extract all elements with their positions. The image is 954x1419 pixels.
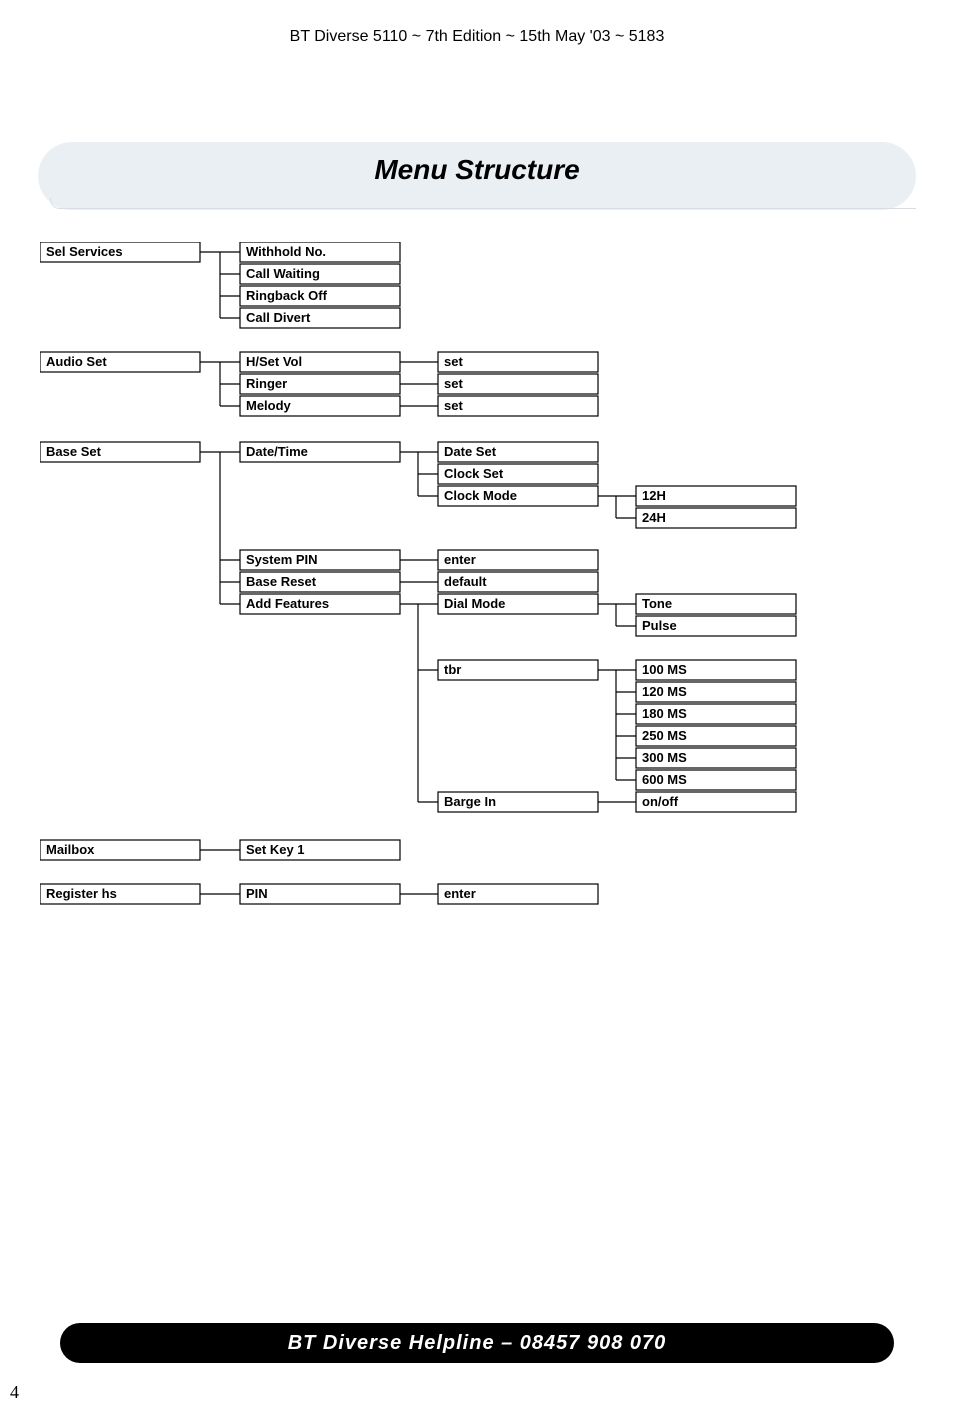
item-tbr: tbr: [444, 662, 461, 677]
action-enter-reg: enter: [444, 886, 476, 901]
item-barge-in: Barge In: [444, 794, 496, 809]
action-enter-pin: enter: [444, 552, 476, 567]
item-ringer: Ringer: [246, 376, 287, 391]
item-clock-mode: Clock Mode: [444, 488, 517, 503]
opt-24h: 24H: [642, 510, 666, 525]
page-header: BT Diverse 5110 ~ 7th Edition ~ 15th May…: [60, 0, 894, 46]
footer-helpline: BT Diverse Helpline – 08457 908 070: [60, 1323, 894, 1363]
item-dial-mode: Dial Mode: [444, 596, 505, 611]
opt-180ms: 180 MS: [642, 706, 687, 721]
menu-sel-services: Sel Services: [46, 244, 123, 259]
item-hset-vol: H/Set Vol: [246, 354, 302, 369]
title-underline: [50, 198, 916, 209]
action-default: default: [444, 574, 487, 589]
opt-tone: Tone: [642, 596, 672, 611]
opt-120ms: 120 MS: [642, 684, 687, 699]
menu-base-set: Base Set: [46, 444, 102, 459]
page-number: 4: [10, 1382, 19, 1403]
opt-onoff: on/off: [642, 794, 679, 809]
section-title: Menu Structure: [38, 142, 916, 198]
menu-audio-set: Audio Set: [46, 354, 107, 369]
opt-300ms: 300 MS: [642, 750, 687, 765]
opt-12h: 12H: [642, 488, 666, 503]
item-set-key-1: Set Key 1: [246, 842, 305, 857]
menu-register-hs: Register hs: [46, 886, 117, 901]
opt-pulse: Pulse: [642, 618, 677, 633]
item-pin: PIN: [246, 886, 268, 901]
action-set-2: set: [444, 376, 463, 391]
menu-mailbox: Mailbox: [46, 842, 95, 857]
action-set-1: set: [444, 354, 463, 369]
opt-100ms: 100 MS: [642, 662, 687, 677]
opt-600ms: 600 MS: [642, 772, 687, 787]
item-clock-set: Clock Set: [444, 466, 504, 481]
opt-250ms: 250 MS: [642, 728, 687, 743]
item-call-divert: Call Divert: [246, 310, 311, 325]
menu-tree-diagram: Sel Services Withhold No. Call Waiting R…: [40, 242, 840, 992]
item-withhold-no: Withhold No.: [246, 244, 326, 259]
item-call-waiting: Call Waiting: [246, 266, 320, 281]
item-melody: Melody: [246, 398, 292, 413]
action-set-3: set: [444, 398, 463, 413]
item-date-time: Date/Time: [246, 444, 308, 459]
item-add-features: Add Features: [246, 596, 329, 611]
item-base-reset: Base Reset: [246, 574, 317, 589]
item-system-pin: System PIN: [246, 552, 318, 567]
item-date-set: Date Set: [444, 444, 497, 459]
item-ringback-off: Ringback Off: [246, 288, 328, 303]
